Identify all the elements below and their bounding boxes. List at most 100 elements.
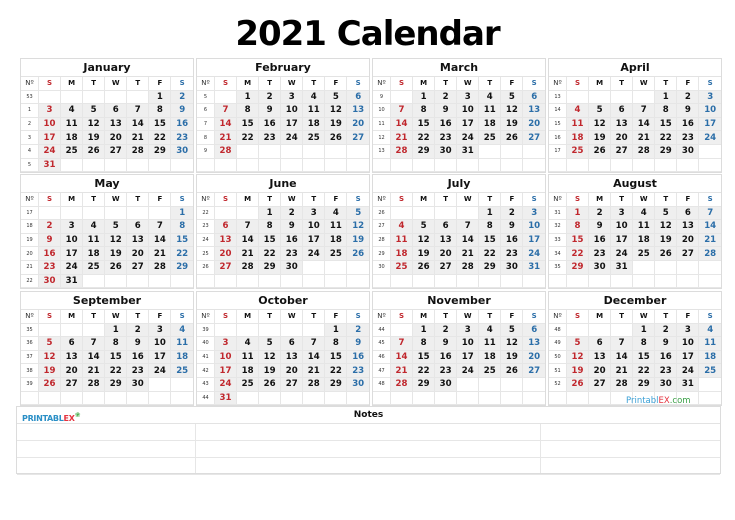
day-cell[interactable]: 31	[610, 260, 634, 275]
day-cell[interactable]: 13	[214, 233, 238, 248]
day-cell[interactable]: 23	[434, 363, 458, 378]
day-cell[interactable]: 22	[412, 130, 436, 145]
day-cell[interactable]: 18	[390, 246, 414, 261]
day-cell[interactable]: 13	[522, 103, 545, 118]
day-cell[interactable]: 21	[214, 130, 238, 145]
day-cell[interactable]: 21	[302, 363, 326, 378]
day-cell[interactable]: 8	[104, 336, 128, 351]
day-cell[interactable]: 17	[698, 117, 721, 132]
day-cell[interactable]: 26	[412, 260, 436, 275]
day-cell[interactable]: 14	[632, 117, 656, 132]
day-cell[interactable]: 27	[434, 260, 458, 275]
day-cell[interactable]: 2	[654, 323, 678, 338]
day-cell[interactable]: 17	[456, 350, 480, 365]
day-cell[interactable]: 26	[346, 246, 369, 261]
day-cell[interactable]: 16	[500, 233, 524, 248]
day-cell[interactable]: 20	[214, 246, 238, 261]
day-cell[interactable]: 7	[214, 103, 238, 118]
day-cell[interactable]: 29	[478, 260, 502, 275]
day-cell[interactable]: 30	[434, 377, 458, 392]
day-cell[interactable]: 14	[82, 350, 106, 365]
day-cell[interactable]: 18	[82, 246, 106, 261]
day-cell[interactable]: 19	[346, 233, 369, 248]
day-cell[interactable]: 25	[478, 363, 502, 378]
day-cell[interactable]: 13	[280, 350, 304, 365]
day-cell[interactable]: 22	[478, 246, 502, 261]
day-cell[interactable]: 23	[500, 246, 524, 261]
day-cell[interactable]: 24	[280, 130, 304, 145]
day-cell[interactable]: 30	[170, 144, 193, 159]
day-cell[interactable]: 9	[654, 336, 678, 351]
day-cell[interactable]: 9	[280, 219, 304, 234]
day-cell[interactable]: 21	[632, 130, 656, 145]
day-cell[interactable]: 18	[324, 233, 348, 248]
day-cell[interactable]: 7	[126, 103, 150, 118]
day-cell[interactable]: 27	[522, 363, 545, 378]
day-cell[interactable]: 28	[698, 246, 721, 261]
day-cell[interactable]: 16	[588, 233, 612, 248]
day-cell[interactable]: 29	[104, 377, 128, 392]
day-cell[interactable]: 25	[60, 144, 84, 159]
day-cell[interactable]: 24	[522, 246, 545, 261]
day-cell[interactable]: 9	[258, 103, 282, 118]
day-cell[interactable]: 20	[588, 363, 612, 378]
day-cell[interactable]: 27	[126, 260, 150, 275]
day-cell[interactable]: 2	[676, 90, 700, 105]
day-cell[interactable]: 12	[38, 350, 62, 365]
notes-line[interactable]	[17, 441, 720, 458]
day-cell[interactable]: 28	[214, 144, 238, 159]
day-cell[interactable]: 25	[390, 260, 414, 275]
day-cell[interactable]: 2	[170, 90, 193, 105]
day-cell[interactable]: 12	[500, 336, 524, 351]
day-cell[interactable]: 6	[60, 336, 84, 351]
day-cell[interactable]: 24	[302, 246, 326, 261]
day-cell[interactable]: 6	[346, 90, 369, 105]
day-cell[interactable]: 7	[148, 219, 172, 234]
day-cell[interactable]: 31	[676, 377, 700, 392]
day-cell[interactable]: 14	[390, 350, 414, 365]
day-cell[interactable]: 14	[236, 233, 260, 248]
day-cell[interactable]: 18	[170, 350, 193, 365]
day-cell[interactable]: 25	[566, 144, 590, 159]
day-cell[interactable]: 16	[126, 350, 150, 365]
day-cell[interactable]: 16	[676, 117, 700, 132]
day-cell[interactable]: 21	[82, 363, 106, 378]
day-cell[interactable]: 11	[478, 336, 502, 351]
day-cell[interactable]: 20	[434, 246, 458, 261]
day-cell[interactable]: 9	[434, 336, 458, 351]
day-cell[interactable]: 15	[104, 350, 128, 365]
day-cell[interactable]: 20	[346, 117, 369, 132]
day-cell[interactable]: 8	[236, 103, 260, 118]
day-cell[interactable]: 23	[346, 363, 369, 378]
day-cell[interactable]: 14	[302, 350, 326, 365]
day-cell[interactable]: 22	[148, 130, 172, 145]
day-cell[interactable]: 7	[456, 219, 480, 234]
day-cell[interactable]: 5	[324, 90, 348, 105]
day-cell[interactable]: 28	[390, 144, 414, 159]
day-cell[interactable]: 26	[104, 260, 128, 275]
day-cell[interactable]: 28	[126, 144, 150, 159]
day-cell[interactable]: 3	[676, 323, 700, 338]
day-cell[interactable]: 4	[60, 103, 84, 118]
day-cell[interactable]: 19	[588, 130, 612, 145]
day-cell[interactable]: 1	[632, 323, 656, 338]
day-cell[interactable]: 19	[654, 233, 678, 248]
day-cell[interactable]: 12	[588, 117, 612, 132]
day-cell[interactable]: 25	[698, 363, 721, 378]
day-cell[interactable]: 1	[566, 206, 590, 221]
day-cell[interactable]: 1	[324, 323, 348, 338]
day-cell[interactable]: 30	[38, 274, 62, 289]
day-cell[interactable]: 25	[170, 363, 193, 378]
day-cell[interactable]: 8	[566, 219, 590, 234]
day-cell[interactable]: 10	[456, 336, 480, 351]
day-cell[interactable]: 19	[500, 350, 524, 365]
day-cell[interactable]: 31	[60, 274, 84, 289]
day-cell[interactable]: 3	[698, 90, 721, 105]
day-cell[interactable]: 11	[324, 219, 348, 234]
day-cell[interactable]: 7	[610, 336, 634, 351]
day-cell[interactable]: 9	[588, 219, 612, 234]
day-cell[interactable]: 22	[258, 246, 282, 261]
day-cell[interactable]: 2	[588, 206, 612, 221]
day-cell[interactable]: 27	[214, 260, 238, 275]
day-cell[interactable]: 10	[280, 103, 304, 118]
